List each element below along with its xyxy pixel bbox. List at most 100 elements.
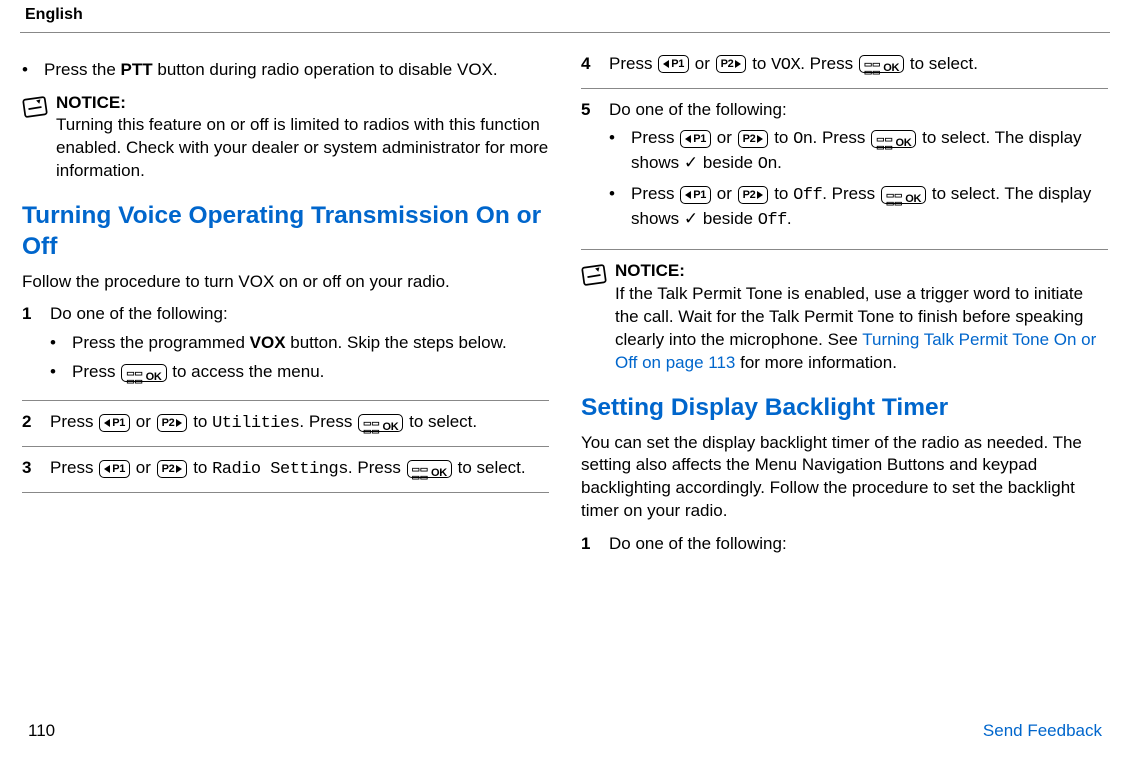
step-4: 4 Press P1 or P2 to VOX. Press ▭▭▭▭OK to… [581, 53, 1108, 89]
bullet-dot: • [609, 183, 631, 233]
text-segment: button during radio operation to disable… [153, 60, 498, 79]
notice-body: NOTICE: Turning this feature on or off i… [56, 92, 549, 184]
menu-ok-key-icon: ▭▭▭▭OK [871, 130, 916, 148]
check-icon: ✓ [684, 153, 698, 172]
notice-text: Turning this feature on or off is limite… [56, 114, 549, 183]
section-heading-vox: Turning Voice Operating Transmission On … [22, 201, 549, 262]
text-segment: to select. [905, 54, 978, 73]
text-segment: Press [50, 412, 98, 431]
text-segment: or [131, 458, 156, 477]
bullet-text: Press ▭▭▭▭OK to access the menu. [72, 361, 324, 384]
step-5: 5 Do one of the following: • Press P1 or… [581, 99, 1108, 251]
step-lead: Do one of the following: [50, 303, 549, 326]
bullet-dot: • [50, 332, 72, 355]
step-body: Press P1 or P2 to VOX. Press ▭▭▭▭OK to s… [609, 53, 1108, 78]
intro-bullet-text: Press the PTT button during radio operat… [44, 59, 498, 82]
main-content: • Press the PTT button during radio oper… [0, 33, 1130, 577]
text-segment: . Press [800, 54, 858, 73]
text-segment: Press [609, 54, 657, 73]
language-label: English [25, 4, 1110, 32]
p1-left-key-icon: P1 [658, 55, 689, 73]
text-segment: to select. [453, 458, 526, 477]
check-icon: ✓ [684, 209, 698, 228]
notice-icon [22, 92, 56, 184]
step-body: Do one of the following: • Press the pro… [50, 303, 549, 390]
text-segment: to access the menu. [168, 362, 325, 381]
menu-target: Radio Settings [212, 460, 348, 479]
page-number: 110 [28, 720, 55, 743]
text-segment: or [712, 128, 737, 147]
menu-ok-key-icon: ▭▭▭▭OK [859, 55, 904, 73]
menu-ok-key-icon: ▭▭▭▭OK [407, 460, 452, 478]
text-segment: Press [72, 362, 120, 381]
step-body: Press P1 or P2 to Radio Settings. Press … [50, 457, 549, 482]
text-segment: to [769, 184, 793, 203]
p1-left-key-icon: P1 [680, 130, 711, 148]
text-segment: . [777, 153, 782, 172]
notice-block-2: NOTICE: If the Talk Permit Tone is enabl… [581, 260, 1108, 375]
step-lead: Do one of the following: [609, 533, 1108, 556]
text-segment: . Press [348, 458, 406, 477]
text-segment: . Press [299, 412, 357, 431]
step-body: Press P1 or P2 to Utilities. Press ▭▭▭▭O… [50, 411, 549, 436]
p2-right-key-icon: P2 [157, 414, 188, 432]
text-segment: . Press [822, 184, 880, 203]
step5-bullet2: • Press P1 or P2 to Off. Press ▭▭▭▭OK to… [609, 183, 1108, 233]
p1-left-key-icon: P1 [680, 186, 711, 204]
notice-body: NOTICE: If the Talk Permit Tone is enabl… [615, 260, 1108, 375]
section-intro: Follow the procedure to turn VOX on or o… [22, 271, 549, 294]
intro-bullet: • Press the PTT button during radio oper… [22, 59, 549, 82]
column-right: 4 Press P1 or P2 to VOX. Press ▭▭▭▭OK to… [581, 53, 1108, 577]
step-body: Do one of the following: • Press P1 or P… [609, 99, 1108, 240]
menu-target: Off [793, 186, 822, 205]
p1-left-key-icon: P1 [99, 414, 130, 432]
text-segment: to [188, 412, 212, 431]
text-segment: beside [698, 209, 758, 228]
step-3: 3 Press P1 or P2 to Radio Settings. Pres… [22, 457, 549, 493]
step-number: 1 [22, 303, 50, 390]
step-1-b: 1 Do one of the following: [581, 533, 1108, 566]
menu-ok-key-icon: ▭▭▭▭OK [358, 414, 403, 432]
text-segment: to select. [404, 412, 477, 431]
send-feedback-link[interactable]: Send Feedback [983, 720, 1102, 743]
text-segment: to [188, 458, 212, 477]
step1-bullet2: • Press ▭▭▭▭OK to access the menu. [50, 361, 549, 384]
step5-bullet1: • Press P1 or P2 to On. Press ▭▭▭▭OK to … [609, 127, 1108, 177]
step-1: 1 Do one of the following: • Press the p… [22, 303, 549, 401]
column-left: • Press the PTT button during radio oper… [22, 53, 549, 577]
menu-target: Utilities [212, 414, 299, 433]
text-segment: or [690, 54, 715, 73]
menu-ok-key-icon: ▭▭▭▭OK [121, 364, 166, 382]
bullet-text: Press the programmed VOX button. Skip th… [72, 332, 507, 355]
p1-left-key-icon: P1 [99, 460, 130, 478]
step-number: 1 [581, 533, 609, 556]
step-lead: Do one of the following: [609, 99, 1108, 122]
text-segment: Press [50, 458, 98, 477]
notice-title: NOTICE: [615, 260, 1108, 283]
text-segment: Press [631, 128, 679, 147]
text-segment: to [769, 128, 793, 147]
notice-block: NOTICE: Turning this feature on or off i… [22, 92, 549, 184]
bullet-text: Press P1 or P2 to On. Press ▭▭▭▭OK to se… [631, 127, 1108, 177]
vox-label: VOX [250, 333, 286, 352]
bullet-dot: • [22, 59, 44, 82]
step-number: 2 [22, 411, 50, 436]
text-segment: . [787, 209, 792, 228]
section-heading-backlight: Setting Display Backlight Timer [581, 393, 1108, 424]
step-number: 3 [22, 457, 50, 482]
menu-target: On [758, 155, 777, 174]
text-segment: to [747, 54, 771, 73]
ptt-label: PTT [121, 60, 153, 79]
menu-ok-key-icon: ▭▭▭▭OK [881, 186, 926, 204]
text-segment: or [131, 412, 156, 431]
menu-target: Off [758, 211, 787, 230]
menu-target: On [793, 130, 812, 149]
step1-bullet1: • Press the programmed VOX button. Skip … [50, 332, 549, 355]
p2-right-key-icon: P2 [738, 186, 769, 204]
step-number: 5 [581, 99, 609, 240]
menu-target: VOX [771, 56, 800, 75]
p2-right-key-icon: P2 [738, 130, 769, 148]
text-segment: . Press [813, 128, 871, 147]
text-segment: Press [631, 184, 679, 203]
text-segment: Press the programmed [72, 333, 250, 352]
